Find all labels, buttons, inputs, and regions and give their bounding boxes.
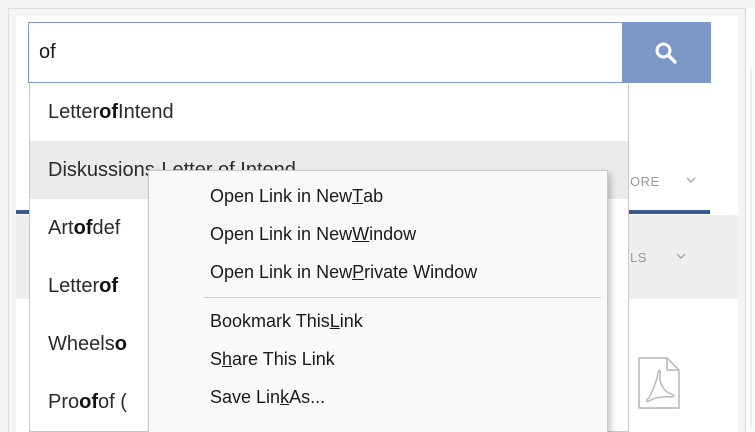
search-button[interactable] [622, 23, 710, 82]
search-bar [28, 22, 711, 83]
page-scrollbar[interactable] [745, 8, 755, 432]
scrollbar-track[interactable] [750, 68, 752, 428]
open-link-new-tab-item[interactable]: Open Link in New Tab [149, 177, 607, 215]
share-link-item[interactable]: Sh are This Link [149, 340, 607, 378]
bookmark-link-item[interactable]: Bookmark This Link [149, 302, 607, 340]
background-tools-label: LS [630, 250, 647, 265]
chevron-down-icon [676, 253, 686, 259]
menu-separator [204, 297, 601, 298]
pdf-file-icon[interactable] [637, 356, 681, 410]
suggestion-item[interactable]: Letter of Intend [30, 83, 628, 141]
chevron-down-icon [686, 177, 696, 183]
search-input[interactable] [29, 23, 622, 82]
background-more-label: ORE [630, 174, 660, 189]
link-context-menu: Open Link in New Tab Open Link in New Wi… [148, 170, 608, 432]
search-icon [655, 42, 677, 64]
open-link-private-window-item[interactable]: Open Link in New Private Window [149, 253, 607, 291]
save-link-as-item[interactable]: Save Lin k As... [149, 378, 607, 416]
open-link-new-window-item[interactable]: Open Link in New Window [149, 215, 607, 253]
